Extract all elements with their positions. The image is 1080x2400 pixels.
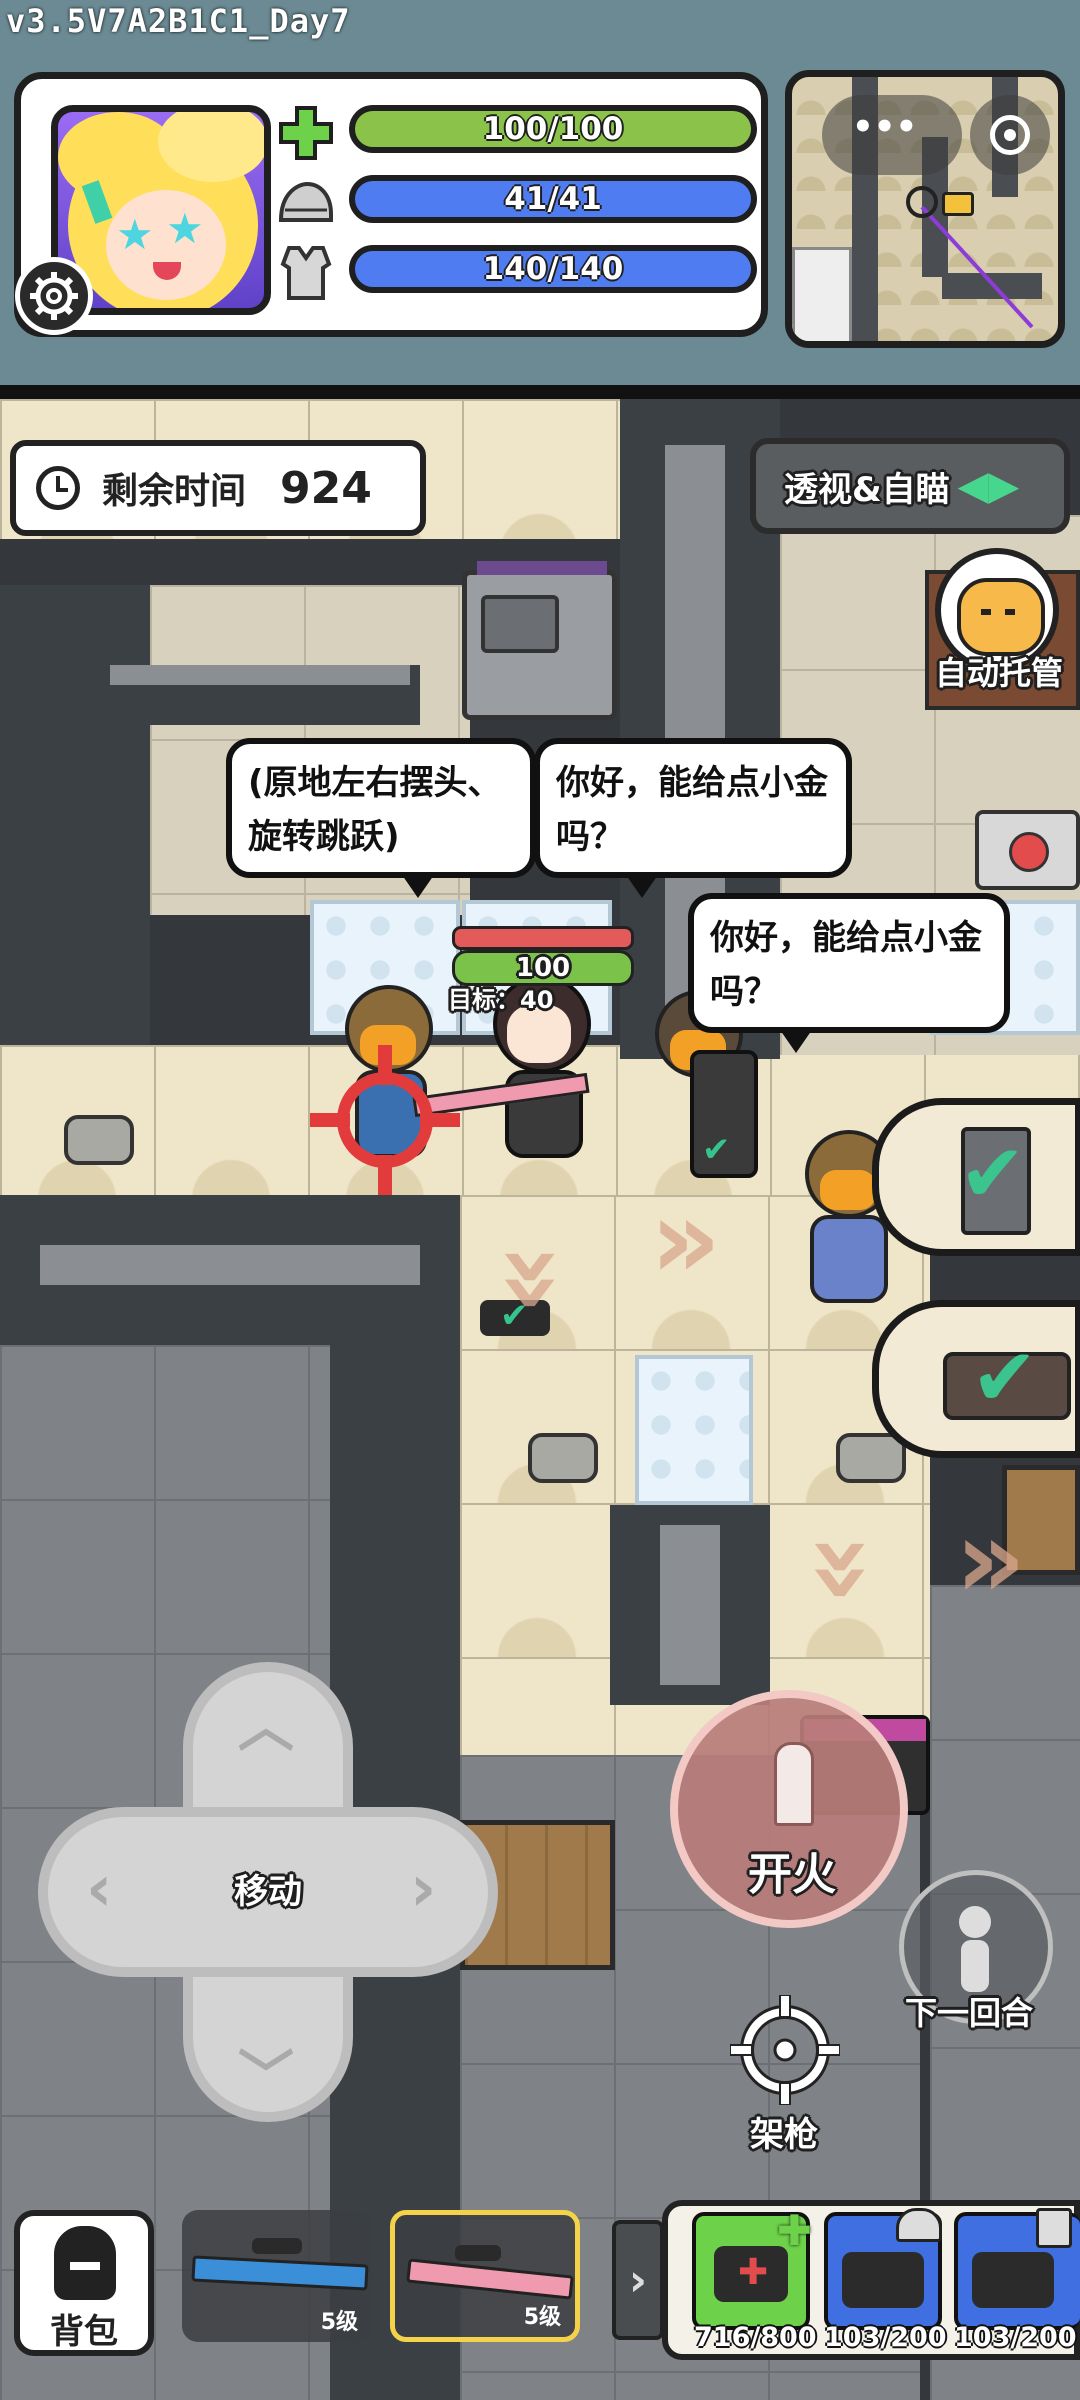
health-bar: 100/100 — [349, 105, 757, 153]
armor-repair-slot[interactable] — [954, 2208, 1080, 2330]
path-arrow-icon: » — [781, 1533, 910, 1605]
health-value: 100/100 — [482, 111, 624, 147]
loot-bag-icon[interactable] — [64, 1115, 134, 1165]
bubble-text: 你好，能给点小金吗？ — [710, 918, 982, 1012]
vision-aim-button[interactable]: 透视&自瞄 ◀▶ — [750, 438, 1070, 534]
next-round-label: 下一回合 — [905, 1994, 1034, 2032]
path-arrow-icon: » — [955, 1495, 1027, 1623]
armor-bar: 140/140 — [349, 245, 757, 293]
minimap-chest-icon — [942, 192, 974, 216]
checkmark-icon: ✔ — [971, 1331, 1039, 1424]
assault-rifle-icon — [406, 2258, 574, 2300]
weapon-slot-2-selected[interactable]: 5级 — [390, 2210, 580, 2342]
armor-value: 140/140 — [482, 251, 624, 287]
helmet-icon — [276, 175, 336, 235]
helmet-bar: 41/41 — [349, 175, 757, 223]
bubble-text: 你好，能给点小金吗？ — [556, 763, 828, 857]
auto-play-button[interactable]: 自动托管 — [935, 548, 1069, 698]
player-status-panel: ★ ★ 100/100 41/41 140/140 — [14, 72, 768, 337]
backpack-label: 背包 — [50, 2312, 118, 2352]
person-icon — [959, 1906, 991, 1938]
speech-bubble: 你好，能给点小金吗？ — [688, 893, 1010, 1053]
medkit-slot[interactable]: ✚ ✚ — [692, 2206, 812, 2330]
dpad-down-icon[interactable]: ﹀ — [238, 2032, 294, 2113]
target-label: 目标：40 — [448, 986, 554, 1014]
weapon-level: 5级 — [523, 2305, 561, 2330]
medkit-count: 716/800 — [694, 2322, 817, 2353]
next-round-button[interactable]: 下一回合 — [895, 1870, 1065, 2040]
remaining-time-label: 剩余时间 — [102, 471, 247, 512]
armor-repair-icon — [972, 2252, 1054, 2308]
weapon-level: 5级 — [320, 2310, 358, 2335]
remaining-time-value: 924 — [280, 462, 372, 514]
clock-icon — [36, 466, 80, 510]
safe-prop — [975, 810, 1080, 890]
dpad-right-icon[interactable]: › — [410, 1852, 436, 1926]
helmet-repair-icon — [842, 2252, 924, 2308]
target-crosshair-icon[interactable] — [310, 1045, 460, 1195]
settings-gear-icon[interactable] — [15, 257, 93, 335]
health-plus-icon — [276, 103, 336, 163]
backpack-icon — [54, 2226, 116, 2300]
bullet-icon — [774, 1742, 814, 1826]
aim-button[interactable]: 架枪 — [720, 1995, 852, 2155]
minimap[interactable]: ••• — [785, 70, 1065, 348]
loot-card-fridge[interactable]: ✔ — [872, 1098, 1080, 1256]
move-label: 移动 — [234, 1872, 302, 1912]
version-label: v3.5V7A2B1C1_Day7 — [6, 2, 351, 40]
helmet-repair-slot[interactable] — [824, 2208, 942, 2330]
path-arrow-icon: » — [650, 1175, 722, 1303]
checkmark-icon: ✔ — [959, 1127, 1027, 1220]
target-hp-value: 100 — [515, 953, 571, 983]
sniper-rifle-icon — [191, 2255, 369, 2291]
remaining-time-box: 剩余时间 924 — [10, 440, 426, 536]
locker-prop — [462, 561, 617, 720]
loot-card-case[interactable]: ✔ — [872, 1300, 1080, 1458]
arrow-right-icon: ◀▶ — [957, 463, 1020, 509]
dpad-left-icon[interactable]: ‹ — [86, 1852, 112, 1926]
target-armor-bar — [452, 926, 634, 950]
movement-dpad[interactable]: ︿ ﹀ ‹ › 移动 — [38, 1662, 498, 2122]
glass-block — [635, 1355, 753, 1505]
vision-aim-label: 透视&自瞄 — [784, 469, 950, 510]
top-hud: v3.5V7A2B1C1_Day7 ★ ★ 100/100 41/41 140/… — [0, 0, 1080, 385]
armor-vest-icon — [276, 243, 336, 303]
helmet-value: 41/41 — [504, 181, 602, 217]
path-arrow-icon: » — [471, 1243, 600, 1315]
backpack-button[interactable]: 背包 — [14, 2210, 154, 2356]
auto-play-label: 自动托管 — [935, 654, 1064, 692]
bubble-text: (原地左右摆头、旋转跳跃) — [248, 763, 502, 857]
dpad-up-icon[interactable]: ︿ — [238, 1682, 294, 1763]
expand-items-chevron-icon[interactable]: › — [612, 2220, 664, 2340]
aim-label: 架枪 — [750, 2115, 818, 2155]
armor-repair-count: 103/200 — [954, 2322, 1077, 2353]
loot-bag-icon[interactable] — [528, 1433, 598, 1483]
fire-label: 开火 — [748, 1849, 836, 1900]
weapon-slot-1[interactable]: 5级 — [182, 2210, 372, 2342]
fire-button[interactable]: 开火 — [670, 1690, 908, 1928]
speech-bubble: 你好，能给点小金吗？ — [534, 738, 852, 898]
speech-bubble: (原地左右摆头、旋转跳跃) — [226, 738, 536, 898]
crosshair-icon — [730, 1995, 840, 2105]
helmet-repair-count: 103/200 — [824, 2322, 947, 2353]
